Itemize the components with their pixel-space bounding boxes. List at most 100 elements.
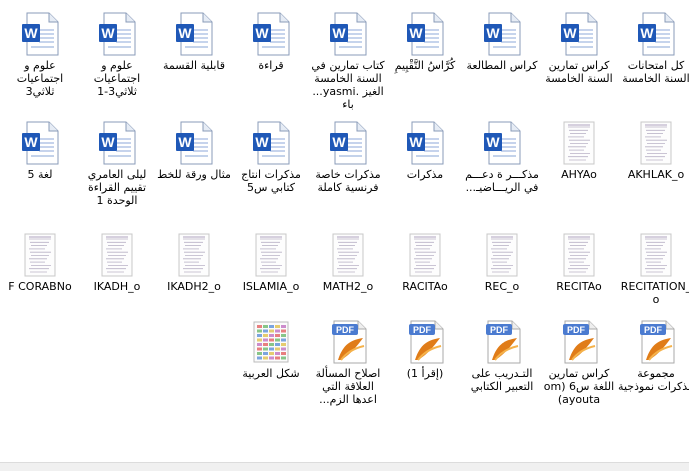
scanned-image-icon — [637, 121, 675, 165]
scanned-image-icon — [329, 233, 367, 277]
file-name-label: مذكرات — [406, 168, 444, 181]
scanned-image-icon — [252, 233, 290, 277]
svg-text:W: W — [640, 25, 654, 41]
file-item[interactable]: W مثال ورقة للخط — [156, 113, 232, 225]
file-item[interactable]: W علوم و اجتماعيات ثلاثي3-1 — [79, 4, 155, 116]
file-name-label: علوم و اجتماعيات ثلاثي3-1 — [93, 59, 141, 98]
scanned-image-icon — [560, 233, 598, 277]
spreadsheet-image-icon — [252, 320, 290, 364]
file-item[interactable]: شكل العربية — [233, 312, 309, 424]
svg-text:W: W — [255, 25, 269, 41]
file-name-label: RECITATION_o — [620, 280, 689, 306]
file-item[interactable]: W قابلية القسمة — [156, 4, 232, 116]
file-item[interactable]: PDF (إقرأ 1) — [387, 312, 463, 424]
svg-text:W: W — [563, 25, 577, 41]
word-document-icon: W — [406, 121, 444, 165]
file-item[interactable]: W مذكـــر ة دعـــم في الريـــاضيـ... — [464, 113, 540, 225]
scanned-image-icon — [406, 233, 444, 277]
file-item[interactable]: W علوم و اجتماعيات ثلاثي3 — [2, 4, 78, 116]
file-name-label: مجموعة مذكرات نموذجية — [618, 367, 689, 393]
file-name-label: قابلية القسمة — [162, 59, 226, 72]
file-item[interactable]: W مذكرات انتاج كتابي س5 — [233, 113, 309, 225]
svg-text:W: W — [409, 134, 423, 150]
file-item[interactable]: PDF اصلاح المسألة العلاقة التي اعدها الزم… — [310, 312, 386, 424]
file-item[interactable]: W كل امتحانات السنة الخامسة — [618, 4, 689, 116]
file-name-label: REC_o — [484, 280, 520, 293]
svg-text:W: W — [101, 25, 115, 41]
word-document-icon: W — [21, 12, 59, 56]
file-item[interactable]: PDF كراس تمارين اللغة س6 (om ayouta) — [541, 312, 617, 424]
file-grid: W كل امتحانات السنة الخامسة W كراس تمارين ا… — [0, 0, 689, 471]
file-item[interactable]: W ليلى العامري تقييم القراءة الوحدة 1 — [79, 113, 155, 225]
file-item[interactable]: W لغة 5 — [2, 113, 78, 225]
file-name-label: شكل العربية — [242, 367, 300, 380]
file-item[interactable]: W مذكرات خاصة فرنسية كاملة — [310, 113, 386, 225]
file-name-label: MATH2_o — [322, 280, 374, 293]
word-document-icon: W — [252, 121, 290, 165]
scanned-image-icon — [175, 233, 213, 277]
file-name-label: ليلى العامري تقييم القراءة الوحدة 1 — [87, 168, 147, 207]
file-item[interactable]: PDF التـدريب على التعبير الكتابي — [464, 312, 540, 424]
file-name-label: AKHLAK_o — [627, 168, 685, 181]
svg-text:W: W — [24, 25, 38, 41]
svg-text:W: W — [255, 134, 269, 150]
file-name-label: IKADH2_o — [167, 280, 221, 293]
file-name-label: F CORABNo — [8, 280, 72, 293]
file-item[interactable]: AKHLAK_o — [618, 113, 689, 225]
file-item[interactable]: IKADH2_o — [156, 225, 232, 337]
svg-text:W: W — [332, 25, 346, 41]
svg-text:W: W — [332, 134, 346, 150]
file-item[interactable]: PDF مجموعة مذكرات نموذجية — [618, 312, 689, 424]
file-item[interactable]: W كراس المطالعة — [464, 4, 540, 116]
word-document-icon: W — [406, 12, 444, 56]
svg-text:W: W — [409, 25, 423, 41]
file-name-label: التـدريب على التعبير الكتابي — [470, 367, 534, 393]
svg-text:PDF: PDF — [336, 325, 355, 335]
file-name-label: IKADH_o — [93, 280, 141, 293]
svg-text:W: W — [178, 25, 192, 41]
file-name-label: ISLAMIA_o — [242, 280, 300, 293]
file-name-label: قراءة — [258, 59, 284, 72]
svg-text:W: W — [486, 134, 500, 150]
file-item[interactable]: AHYAo — [541, 113, 617, 225]
file-name-label: (إقرأ 1) — [406, 367, 444, 380]
file-item[interactable]: IKADH_o — [79, 225, 155, 337]
file-item[interactable]: W مذكرات — [387, 113, 463, 225]
file-item[interactable]: W قراءة — [233, 4, 309, 116]
file-name-label: مذكرات انتاج كتابي س5 — [241, 168, 301, 194]
file-item[interactable]: F CORABNo — [2, 225, 78, 337]
horizontal-scrollbar[interactable] — [0, 462, 689, 471]
svg-text:PDF: PDF — [490, 325, 509, 335]
word-document-icon: W — [329, 121, 367, 165]
file-name-label: علوم و اجتماعيات ثلاثي3 — [16, 59, 64, 98]
svg-text:PDF: PDF — [413, 325, 432, 335]
file-name-label: RECITAo — [556, 280, 602, 293]
word-document-icon: W — [175, 12, 213, 56]
svg-text:W: W — [24, 134, 38, 150]
file-name-label: كتاب تمارين في السنة الخامسة الغيز .yasm… — [311, 59, 385, 111]
scanned-image-icon — [98, 233, 136, 277]
file-name-label: مذكـــر ة دعـــم في الريـــاضيـ... — [465, 168, 539, 194]
file-name-label: لغة 5 — [27, 168, 53, 181]
word-document-icon: W — [98, 12, 136, 56]
file-name-label: كراس المطالعة — [466, 59, 538, 72]
file-item[interactable]: W كتاب تمارين في السنة الخامسة الغيز .yas… — [310, 4, 386, 116]
svg-text:PDF: PDF — [567, 325, 586, 335]
word-document-icon: W — [483, 12, 521, 56]
file-name-label: AHYAo — [561, 168, 597, 181]
svg-text:PDF: PDF — [644, 325, 663, 335]
pdf-document-icon: PDF — [329, 320, 367, 364]
word-document-icon: W — [483, 121, 521, 165]
file-item[interactable]: W كُرَّاسُ التَّقْيِيمِ — [387, 4, 463, 116]
pdf-document-icon: PDF — [637, 320, 675, 364]
file-name-label: كُرَّاسُ التَّقْيِيمِ — [394, 59, 456, 72]
word-document-icon: W — [175, 121, 213, 165]
scanned-image-icon — [560, 121, 598, 165]
word-document-icon: W — [252, 12, 290, 56]
file-name-label: مذكرات خاصة فرنسية كاملة — [315, 168, 381, 194]
pdf-document-icon: PDF — [560, 320, 598, 364]
scanned-image-icon — [483, 233, 521, 277]
word-document-icon: W — [21, 121, 59, 165]
word-document-icon: W — [560, 12, 598, 56]
file-item[interactable]: W كراس تمارين السنة الخامسة — [541, 4, 617, 116]
